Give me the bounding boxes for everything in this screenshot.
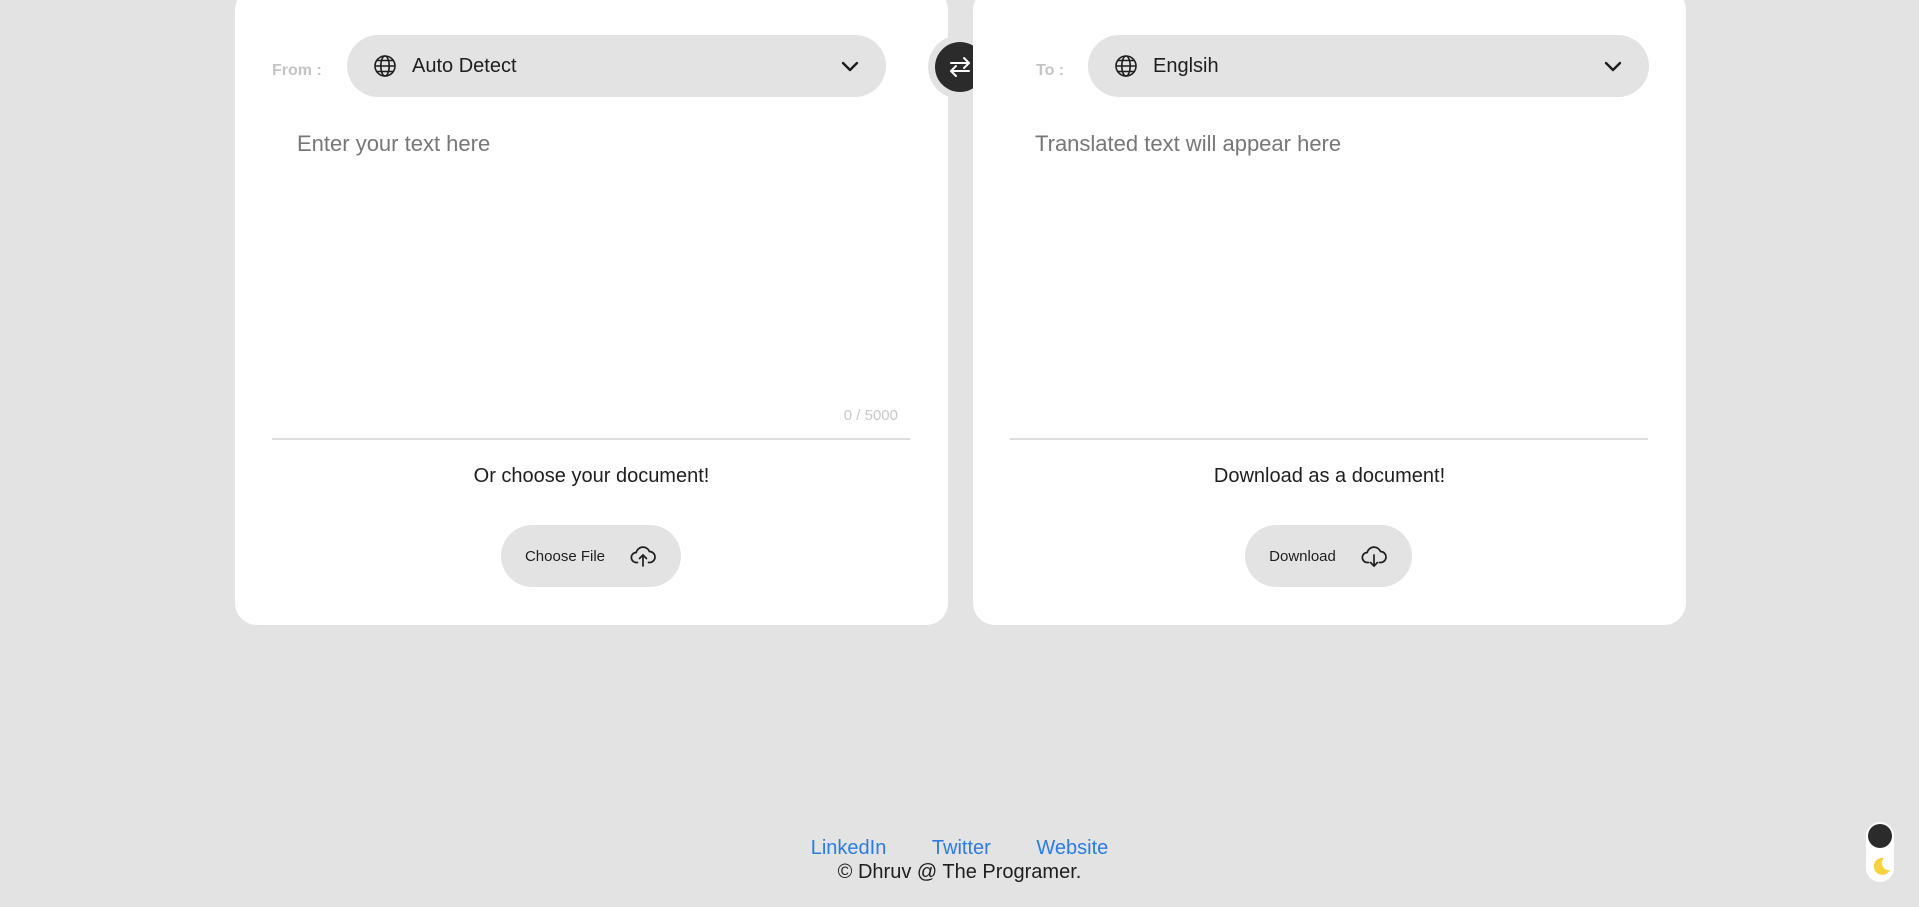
source-text-input[interactable] [272, 120, 910, 440]
moon-icon [1870, 855, 1892, 877]
download-button[interactable]: Download [1245, 525, 1412, 587]
website-link[interactable]: Website [1036, 837, 1108, 859]
chevron-down-icon [839, 55, 861, 77]
toggle-knob [1868, 824, 1892, 848]
source-panel: From : Auto Detect 0 / 5000 Or choose yo… [235, 0, 948, 625]
footer-links: LinkedIn Twitter Website [0, 837, 1919, 860]
source-language-select[interactable]: Auto Detect [347, 35, 886, 97]
translated-text-output[interactable] [1010, 120, 1648, 440]
download-document-caption: Download as a document! [1213, 465, 1446, 487]
from-label: From : [272, 62, 322, 79]
chevron-down-icon [1602, 55, 1624, 77]
globe-icon [1114, 54, 1138, 78]
target-panel: To : Englsih Download as a document! Dow… [973, 0, 1686, 625]
char-count: 0 / 5000 [843, 407, 898, 424]
target-language-select[interactable]: Englsih [1088, 35, 1649, 97]
choose-document-caption: Or choose your document! [473, 465, 710, 487]
to-label: To : [1036, 62, 1065, 79]
cloud-upload-icon [629, 542, 657, 570]
twitter-link[interactable]: Twitter [932, 837, 991, 859]
download-label: Download [1269, 547, 1336, 565]
cloud-download-icon [1360, 542, 1388, 570]
globe-icon [373, 54, 397, 78]
target-language-value: Englsih [1153, 54, 1219, 77]
choose-file-button[interactable]: Choose File [501, 525, 681, 587]
linkedin-link[interactable]: LinkedIn [811, 837, 887, 859]
copyright-text: © Dhruv @ The Programer. [837, 861, 1082, 883]
theme-toggle[interactable] [1866, 822, 1894, 882]
choose-file-label: Choose File [524, 547, 606, 565]
source-language-value: Auto Detect [412, 54, 517, 77]
